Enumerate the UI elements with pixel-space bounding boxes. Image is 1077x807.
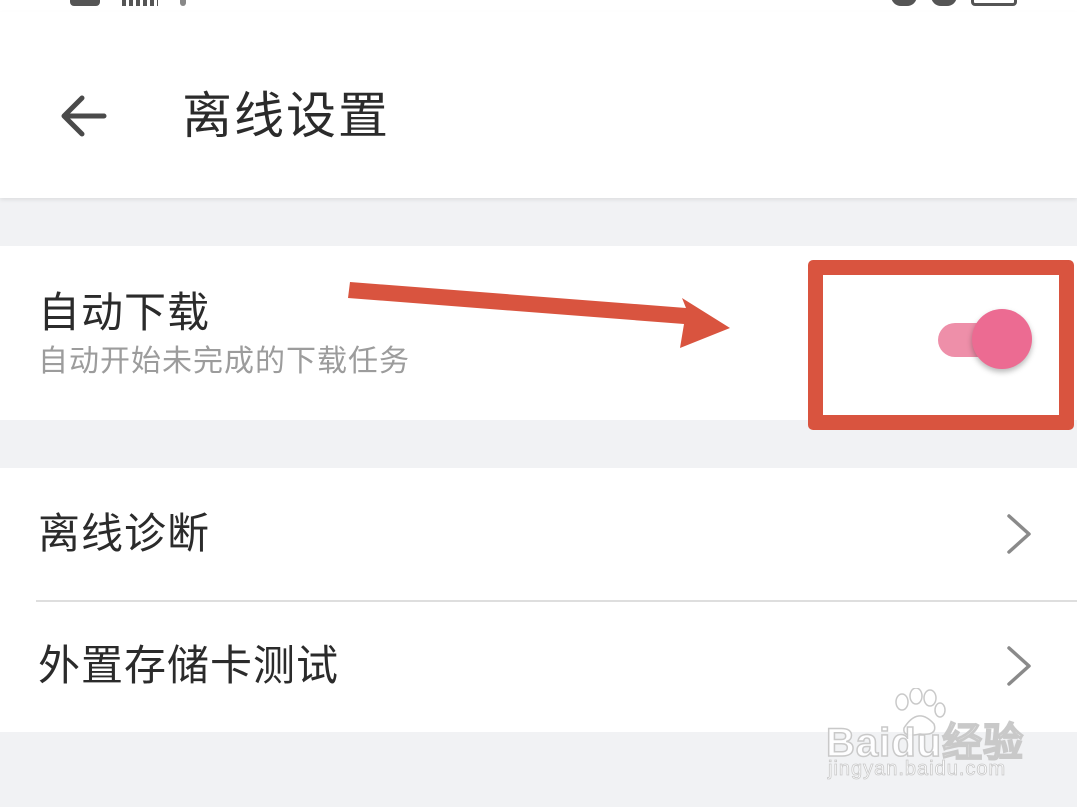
status-left-icons [70, 0, 186, 6]
status-bar [0, 0, 1077, 12]
baidu-jingyan-watermark: Baidu经验 jingyan.baidu.com [825, 688, 1026, 784]
notification-icon [70, 0, 100, 6]
battery-icon [971, 0, 1017, 6]
list-item-offline-diagnosis[interactable]: 离线诊断 [0, 468, 1077, 602]
status-right-icons [891, 0, 1017, 6]
list-item-label: 离线诊断 [38, 509, 211, 558]
alarm-icon [891, 0, 917, 6]
watermark-url: jingyan.baidu.com [828, 758, 1007, 781]
back-button[interactable] [52, 84, 116, 148]
app-header: 离线设置 [0, 12, 1077, 198]
arrow-left-icon [61, 95, 107, 137]
list-item-label: 外置存储卡测试 [38, 641, 340, 690]
annotation-highlight-box [808, 260, 1074, 430]
auto-download-title: 自动下载 [38, 288, 211, 337]
chevron-right-icon [1007, 514, 1031, 554]
chevron-right-icon [1007, 646, 1031, 686]
page-title: 离线设置 [182, 87, 390, 145]
signal-icon [122, 0, 158, 6]
wifi-icon [180, 0, 186, 6]
annotation-arrow [348, 282, 730, 348]
bell-icon [931, 0, 957, 6]
